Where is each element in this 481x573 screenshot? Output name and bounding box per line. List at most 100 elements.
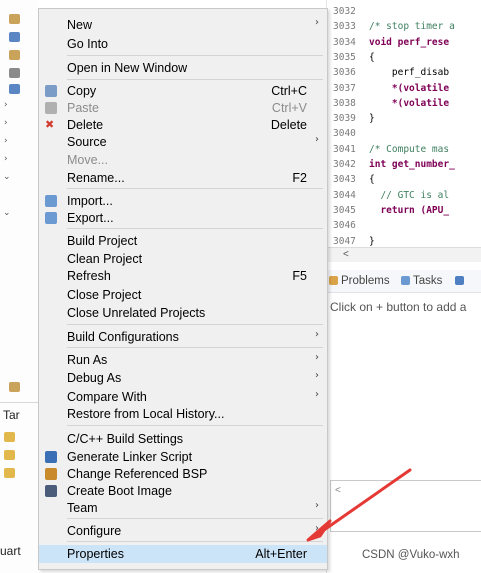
menu-item-generate-linker-script[interactable]: Generate Linker Script (39, 448, 327, 466)
code-line[interactable]: 3037 *(volatile (327, 83, 449, 95)
line-number: 3044 (333, 189, 356, 201)
code-editor[interactable]: 3032 3033 /* stop timer a 3034 void perf_res… (326, 0, 481, 264)
menu-item-label: Create Boot Image (67, 484, 172, 498)
panel-overflow-icon[interactable] (455, 275, 467, 287)
menu-item-change-referenced-bsp[interactable]: Change Referenced BSP (39, 465, 327, 483)
menu-item-label: C/C++ Build Settings (67, 432, 184, 446)
line-number: 3036 (333, 67, 356, 79)
menu-item-source[interactable]: Source › (39, 133, 327, 151)
tab-label-fragment[interactable]: Tar (3, 408, 20, 422)
tasks-icon (401, 276, 410, 285)
line-number: 3041 (333, 143, 356, 155)
project-folder-icon[interactable] (9, 382, 20, 392)
menu-item-create-boot-image[interactable]: Create Boot Image (39, 482, 327, 500)
tree-expand-arrow-icon[interactable]: › (4, 100, 8, 110)
code-text: } (369, 113, 375, 125)
menu-item-delete[interactable]: ✖ Delete Delete (39, 116, 327, 134)
panel-content-box[interactable]: < (330, 480, 481, 532)
code-text: /* stop timer a (369, 21, 455, 33)
submenu-arrow-icon: › (315, 500, 319, 511)
menu-item-close-unrelated-projects[interactable]: Close Unrelated Projects (39, 304, 327, 322)
menu-item-c-c-build-settings[interactable]: C/C++ Build Settings (39, 430, 327, 448)
code-line[interactable]: 3045 return (APU_ (327, 205, 449, 217)
tree-collapse-arrow-icon[interactable]: ⌄ (3, 208, 11, 218)
menu-item-import[interactable]: Import... (39, 192, 327, 210)
code-line[interactable]: 3038 *(volatile (327, 98, 449, 110)
code-line[interactable]: 3036 perf_disab (327, 67, 449, 79)
project-folder-icon[interactable] (9, 14, 20, 24)
menu-item-label: Debug As (67, 371, 122, 385)
line-number: 3043 (333, 174, 356, 186)
code-text: *(volatile (369, 82, 450, 94)
menu-item-configure[interactable]: Configure › (39, 522, 327, 540)
menu-item-properties[interactable]: Properties Alt+Enter (39, 545, 327, 563)
menu-item-label: Open in New Window (67, 61, 188, 75)
code-line[interactable]: 3035 { (327, 52, 375, 64)
tab-problems-label: Problems (341, 275, 390, 287)
line-number: 3040 (333, 128, 356, 140)
tree-expand-arrow-icon[interactable]: › (4, 136, 8, 146)
folder-icon[interactable] (4, 432, 15, 442)
menu-item-close-project[interactable]: Close Project (39, 286, 327, 304)
code-line[interactable]: 3047} (327, 236, 375, 248)
menu-item-go-into[interactable]: Go Into (39, 35, 327, 53)
menu-item-build-project[interactable]: Build Project (39, 232, 327, 250)
line-number: 3037 (333, 82, 356, 94)
menu-item-copy[interactable]: Copy Ctrl+C (39, 82, 327, 100)
code-line[interactable]: 3033 /* stop timer a (327, 21, 455, 33)
watermark: CSDN @Vuko-wxh (362, 549, 460, 561)
menu-separator (67, 324, 323, 325)
project-folder-icon[interactable] (9, 84, 20, 94)
code-line[interactable]: 3041 /* Compute mas (327, 144, 449, 156)
folder-icon[interactable] (4, 450, 15, 460)
menu-item-move[interactable]: Move... (39, 151, 327, 169)
menu-item-rename[interactable]: Rename... F2 (39, 169, 327, 187)
folder-icon[interactable] (4, 468, 15, 478)
line-number: 3038 (333, 97, 356, 109)
menu-item-run-as[interactable]: Run As › (39, 351, 327, 369)
scroll-left-icon[interactable]: < (343, 248, 349, 262)
project-folder-icon[interactable] (9, 32, 20, 42)
project-folder-icon[interactable] (9, 50, 20, 60)
menu-item-shortcut: Ctrl+V (271, 101, 307, 115)
menu-item-refresh[interactable]: Refresh F5 (39, 267, 327, 285)
menu-item-paste[interactable]: Paste Ctrl+V (39, 99, 327, 117)
menu-item-label: Build Project (67, 234, 138, 248)
code-line[interactable]: 3039} (327, 113, 375, 125)
code-line[interactable]: 3034 void perf_rese (327, 37, 449, 49)
problems-icon (329, 276, 338, 285)
menu-item-label: Export... (67, 211, 114, 225)
tree-collapse-arrow-icon[interactable]: ⌄ (3, 172, 11, 182)
menu-item-restore-from-local-history[interactable]: Restore from Local History... (39, 405, 327, 423)
project-folder-icon[interactable] (9, 68, 20, 78)
menu-item-label: Go Into (67, 37, 108, 51)
code-line[interactable]: 3040 (327, 128, 369, 140)
code-line[interactable]: 3043 { (327, 174, 375, 186)
line-number: 3042 (333, 159, 356, 170)
code-line[interactable]: 3032 (327, 6, 369, 18)
menu-item-debug-as[interactable]: Debug As › (39, 369, 327, 387)
menu-item-team[interactable]: Team › (39, 499, 327, 517)
code-line[interactable]: 3044 // GTC is al (327, 190, 449, 202)
menu-item-new[interactable]: New › (39, 16, 327, 34)
tab-tasks[interactable]: Tasks (401, 275, 442, 287)
submenu-arrow-icon: › (315, 134, 319, 145)
menu-item-export[interactable]: Export... (39, 209, 327, 227)
tree-expand-arrow-icon[interactable]: › (4, 154, 8, 164)
code-text: // GTC is al (369, 189, 450, 201)
editor-horizontal-scrollbar[interactable]: < (327, 247, 481, 262)
line-number: 3039 (333, 113, 356, 125)
code-text: return (APU_ (369, 204, 450, 216)
linker-script-icon (45, 451, 57, 463)
menu-item-build-configurations[interactable]: Build Configurations › (39, 328, 327, 346)
scroll-left-icon[interactable]: < (335, 485, 341, 496)
code-line[interactable]: 3046 (327, 220, 369, 232)
menu-item-open-in-new-window[interactable]: Open in New Window (39, 59, 327, 77)
tab-label-fragment[interactable]: uart (0, 544, 21, 558)
menu-item-compare-with[interactable]: Compare With › (39, 388, 327, 406)
menu-item-shortcut: Delete (270, 118, 307, 132)
code-line[interactable]: 3042 int get_number_ (327, 159, 455, 171)
menu-item-clean-project[interactable]: Clean Project (39, 250, 327, 268)
tree-expand-arrow-icon[interactable]: › (4, 118, 8, 128)
tab-problems[interactable]: Problems (329, 275, 390, 287)
